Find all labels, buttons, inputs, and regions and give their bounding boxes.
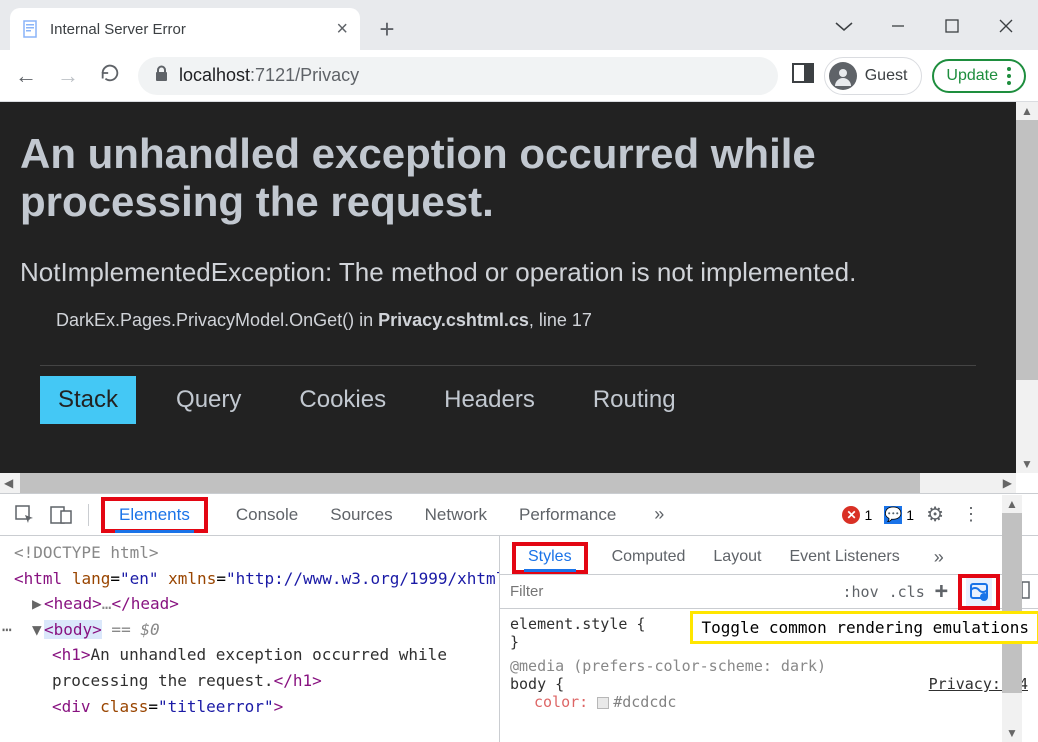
cls-toggle[interactable]: .cls bbox=[889, 583, 925, 601]
menu-dots-icon bbox=[1006, 67, 1012, 85]
address-bar: ← → localhost:7121/Privacy Guest Update bbox=[0, 50, 1038, 102]
styles-tab-styles[interactable]: Styles bbox=[524, 544, 576, 572]
devtools-tab-performance[interactable]: Performance bbox=[515, 497, 620, 533]
settings-gear-icon[interactable]: ⚙ bbox=[926, 502, 944, 527]
window-titlebar: Internal Server Error × + bbox=[0, 0, 1038, 50]
styles-tab-layout[interactable]: Layout bbox=[709, 542, 765, 574]
error-tabs: Stack Query Cookies Headers Routing bbox=[40, 365, 976, 424]
maximize-icon[interactable] bbox=[940, 17, 964, 38]
dom-body-open[interactable]: ⋯▼<body> == $0 bbox=[14, 617, 497, 643]
back-button[interactable]: ← bbox=[12, 63, 40, 89]
dom-doctype[interactable]: <!DOCTYPE html> bbox=[14, 540, 497, 566]
devtools-tab-sources[interactable]: Sources bbox=[326, 497, 396, 533]
inspect-element-icon[interactable] bbox=[10, 500, 40, 530]
error-count-badge[interactable]: ✕1 bbox=[842, 506, 872, 524]
update-button[interactable]: Update bbox=[932, 59, 1026, 93]
dom-head[interactable]: ▶<head>…</head> bbox=[14, 591, 497, 617]
page-icon bbox=[22, 20, 40, 38]
styles-more-tabs-icon[interactable]: » bbox=[924, 542, 954, 572]
devtools-toolbar: Elements Console Sources Network Perform… bbox=[0, 494, 1038, 536]
minimize-icon[interactable] bbox=[886, 17, 910, 38]
styles-tab-eventlisteners[interactable]: Event Listeners bbox=[785, 542, 903, 574]
close-icon[interactable] bbox=[994, 17, 1018, 38]
tab-title: Internal Server Error bbox=[50, 21, 326, 38]
tab-close-icon[interactable]: × bbox=[336, 18, 348, 41]
dom-html-open[interactable]: <html lang="en" xmlns="http://www.w3.org… bbox=[14, 566, 497, 592]
update-label: Update bbox=[946, 67, 998, 85]
dom-div[interactable]: <div class="titleerror"> bbox=[14, 694, 497, 720]
new-style-rule-icon[interactable]: + bbox=[935, 579, 948, 604]
chevron-down-icon[interactable] bbox=[832, 17, 856, 38]
styles-rules[interactable]: element.style { } @media (prefers-color-… bbox=[500, 609, 1038, 742]
window-controls bbox=[832, 17, 1038, 50]
info-count-badge[interactable]: 💬1 bbox=[884, 506, 914, 524]
error-tab-headers[interactable]: Headers bbox=[426, 376, 553, 424]
devtools-menu-icon[interactable]: ⋮ bbox=[956, 500, 986, 530]
rendering-emulations-icon[interactable] bbox=[966, 578, 992, 606]
lock-icon bbox=[154, 65, 169, 87]
error-location: DarkEx.Pages.PrivacyModel.OnGet() in Pri… bbox=[56, 310, 996, 331]
highlight-styles-tab: Styles bbox=[512, 542, 588, 574]
url-input[interactable]: localhost:7121/Privacy bbox=[138, 57, 778, 95]
styles-panel: Styles Computed Layout Event Listeners »… bbox=[500, 536, 1038, 742]
new-tab-button[interactable]: + bbox=[370, 12, 404, 46]
avatar-icon bbox=[829, 62, 857, 90]
side-panel-icon[interactable] bbox=[792, 63, 814, 88]
devtools-tab-console[interactable]: Console bbox=[232, 497, 302, 533]
error-tab-cookies[interactable]: Cookies bbox=[281, 376, 404, 424]
device-toolbar-icon[interactable] bbox=[46, 500, 76, 530]
browser-tab[interactable]: Internal Server Error × bbox=[10, 8, 360, 50]
highlight-rendering-toggle bbox=[958, 574, 1000, 610]
more-tabs-icon[interactable]: » bbox=[644, 500, 674, 530]
error-tab-query[interactable]: Query bbox=[158, 376, 259, 424]
page-horizontal-scrollbar[interactable]: ◀ ▶ bbox=[0, 473, 1016, 493]
devtools-tab-network[interactable]: Network bbox=[421, 497, 491, 533]
hov-toggle[interactable]: :hov bbox=[843, 583, 879, 601]
rule-media-body[interactable]: @media (prefers-color-scheme: dark) body… bbox=[510, 657, 1028, 711]
error-page: An unhandled exception occurred while pr… bbox=[0, 102, 1016, 473]
highlight-elements-tab: Elements bbox=[101, 497, 208, 533]
page-vertical-scrollbar[interactable]: ▲ ▼ bbox=[1016, 102, 1038, 473]
dom-h1[interactable]: <h1>An unhandled exception occurred whil… bbox=[14, 642, 497, 693]
profile-label: Guest bbox=[865, 67, 908, 85]
error-tab-routing[interactable]: Routing bbox=[575, 376, 694, 424]
devtools-tab-elements[interactable]: Elements bbox=[115, 499, 194, 533]
profile-chip[interactable]: Guest bbox=[824, 57, 923, 95]
error-tab-stack[interactable]: Stack bbox=[40, 376, 136, 424]
dom-tree-panel[interactable]: <!DOCTYPE html> <html lang="en" xmlns="h… bbox=[0, 536, 500, 742]
reload-button[interactable] bbox=[96, 62, 124, 90]
forward-button[interactable]: → bbox=[54, 63, 82, 89]
rendering-tooltip: Toggle common rendering emulations bbox=[690, 611, 1038, 644]
error-subtitle: NotImplementedException: The method or o… bbox=[20, 257, 996, 288]
styles-tab-computed[interactable]: Computed bbox=[608, 542, 690, 574]
styles-filter-input[interactable] bbox=[500, 577, 843, 606]
error-heading: An unhandled exception occurred while pr… bbox=[20, 130, 996, 227]
devtools: Elements Console Sources Network Perform… bbox=[0, 493, 1038, 742]
url-text: localhost:7121/Privacy bbox=[179, 65, 359, 86]
